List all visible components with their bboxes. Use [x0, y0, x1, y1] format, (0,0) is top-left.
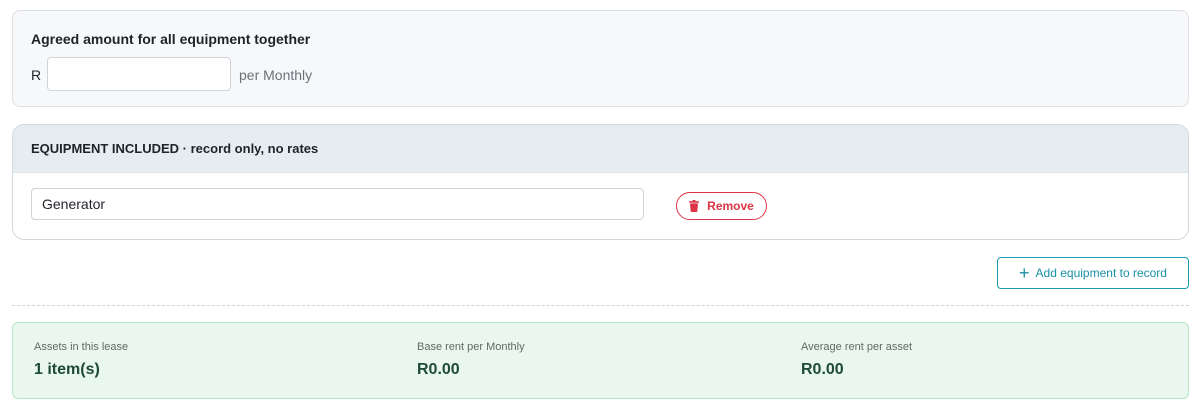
section-divider — [12, 305, 1189, 306]
equipment-name-input[interactable] — [31, 188, 644, 220]
agreed-amount-title: Agreed amount for all equipment together — [31, 31, 311, 47]
remove-equipment-button[interactable]: Remove — [676, 192, 767, 220]
summary-average-rent-value: R0.00 — [801, 361, 844, 378]
equipment-included-header: EQUIPMENT INCLUDED · record only, no rat… — [13, 125, 1188, 173]
add-equipment-button[interactable]: + Add equipment to record — [997, 257, 1189, 289]
currency-symbol: R — [31, 67, 42, 83]
plus-icon: + — [1019, 263, 1030, 283]
add-equipment-label: Add equipment to record — [1035, 266, 1167, 280]
remove-button-label: Remove — [707, 199, 754, 213]
agreed-amount-input[interactable] — [47, 57, 231, 91]
agreed-amount-card: Agreed amount for all equipment together… — [12, 10, 1189, 107]
lease-summary-card: Assets in this lease 1 item(s) Base rent… — [12, 322, 1189, 399]
period-label: per Monthly — [239, 67, 313, 83]
summary-average-rent-label: Average rent per asset — [801, 341, 913, 353]
summary-assets-label: Assets in this lease — [34, 341, 129, 353]
summary-assets-value: 1 item(s) — [34, 361, 100, 378]
summary-base-rent-value: R0.00 — [417, 361, 460, 378]
equipment-included-card: EQUIPMENT INCLUDED · record only, no rat… — [12, 124, 1189, 240]
summary-base-rent-label: Base rent per Monthly — [417, 341, 525, 353]
trash-icon — [689, 200, 700, 212]
